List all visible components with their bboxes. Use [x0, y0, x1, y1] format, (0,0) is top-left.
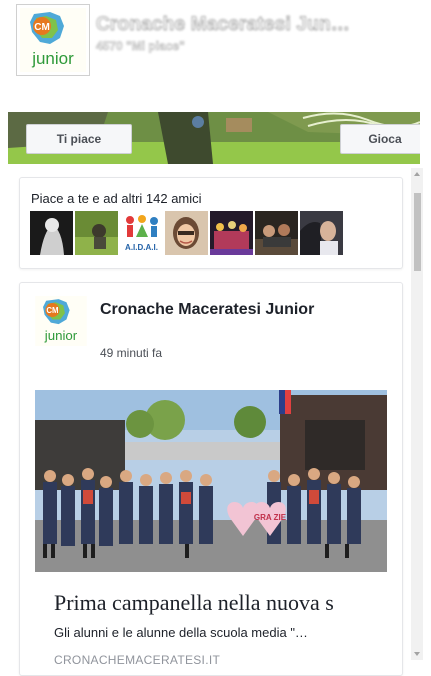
friend-avatar[interactable] — [165, 211, 208, 255]
friend-avatar[interactable] — [255, 211, 298, 255]
post-card: CM junior Cronache Maceratesi Junior 49 … — [19, 282, 403, 676]
scroll-down-arrow-icon[interactable] — [414, 652, 420, 656]
svg-text:junior: junior — [31, 49, 74, 68]
play-game-button[interactable]: Gioca — [340, 124, 420, 154]
svg-text:CM: CM — [46, 306, 58, 315]
header-text: Cronache Maceratesi Jun… 4570 "Mi piace" — [96, 14, 351, 54]
friend-avatar[interactable] — [30, 211, 73, 255]
feed-scrollbar[interactable] — [411, 168, 423, 660]
post-link-source[interactable]: CRONACHEMACERATESI.IT — [54, 653, 220, 667]
post-author-name[interactable]: Cronache Maceratesi Junior — [100, 299, 320, 321]
post-timestamp[interactable]: 49 minuti fa — [100, 346, 162, 360]
like-page-button[interactable]: Ti piace — [26, 124, 132, 154]
friend-avatar[interactable] — [75, 211, 118, 255]
friend-avatar[interactable] — [300, 211, 343, 255]
friend-avatar[interactable]: A.I.D.A.I. — [120, 211, 163, 255]
scroll-thumb[interactable] — [414, 193, 421, 271]
cm-junior-logo: CM junior — [35, 296, 87, 346]
page-likes-count: 4570 "Mi piace" — [96, 39, 185, 54]
post-link-image[interactable]: GRA ZIE — [35, 390, 387, 572]
friends-like-card: Piace a te e ad altri 142 amici A.I.D.A.… — [19, 177, 403, 269]
scroll-up-arrow-icon[interactable] — [414, 172, 420, 176]
cover-photo: Ti piace Gioca — [8, 112, 420, 164]
svg-text:CM: CM — [34, 22, 50, 33]
friend-avatars: A.I.D.A.I. — [30, 211, 343, 255]
page-logo[interactable]: CM junior — [17, 5, 89, 75]
page-name[interactable]: Cronache Maceratesi Jun… — [96, 14, 351, 36]
friends-like-text[interactable]: Piace a te e ad altri 142 amici — [31, 191, 202, 206]
cm-junior-logo: CM junior — [20, 8, 86, 72]
friend-avatar[interactable] — [210, 211, 253, 255]
post-link-title[interactable]: Prima campanella nella nuova s — [54, 590, 402, 616]
post-link-description[interactable]: Gli alunni e le alunne della scuola medi… — [54, 625, 308, 640]
svg-text:A.I.D.A.I.: A.I.D.A.I. — [125, 243, 158, 252]
page-header: CM junior Cronache Maceratesi Jun… 4570 … — [0, 0, 431, 88]
svg-text:GRA ZIE: GRA ZIE — [254, 513, 287, 522]
post-author-avatar[interactable]: CM junior — [35, 296, 87, 346]
svg-text:junior: junior — [44, 328, 78, 343]
